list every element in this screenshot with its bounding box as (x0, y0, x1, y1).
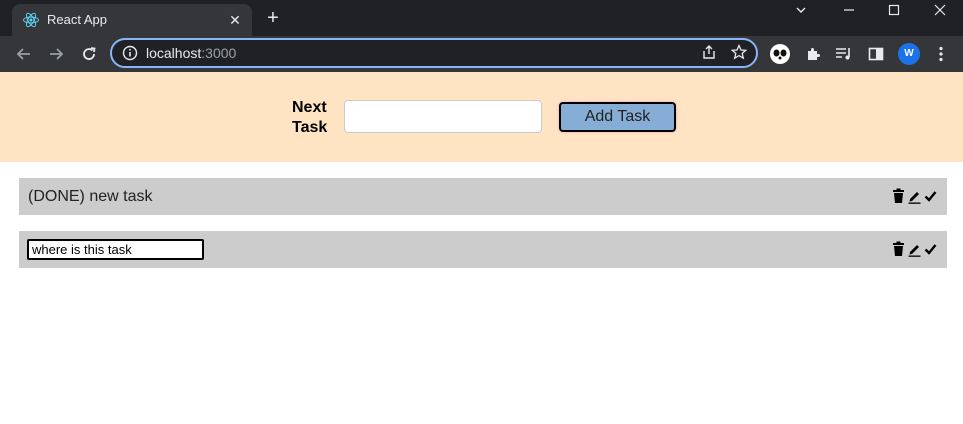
reload-icon[interactable] (77, 42, 101, 66)
close-window-icon[interactable] (917, 0, 963, 32)
task-row (19, 231, 947, 268)
pencil-icon[interactable] (908, 188, 921, 204)
trash-icon[interactable] (892, 188, 905, 204)
task-edit-input[interactable] (27, 239, 204, 260)
checkmark-icon[interactable] (924, 241, 937, 257)
bookmark-star-icon[interactable] (730, 43, 748, 62)
minimize-icon[interactable] (826, 0, 872, 32)
url-host: localhost (146, 45, 202, 61)
tab-title: React App (47, 12, 107, 27)
extension-panda-icon[interactable] (768, 42, 792, 66)
checkmark-icon[interactable] (924, 188, 937, 204)
more-menu-icon[interactable] (929, 42, 953, 66)
forward-arrow-icon[interactable] (44, 42, 68, 66)
task-form-header: Next Task Add Task (0, 72, 963, 162)
media-playlist-icon[interactable] (832, 42, 856, 66)
url-text[interactable]: localhost:3000 (146, 45, 236, 61)
extensions-puzzle-icon[interactable] (801, 42, 825, 66)
share-icon[interactable] (700, 44, 718, 62)
new-tab-button[interactable]: + (262, 8, 284, 30)
task-actions (892, 188, 937, 204)
trash-icon[interactable] (892, 241, 905, 257)
browser-toolbar: localhost:3000 W (0, 36, 963, 72)
tab-close-icon[interactable]: ✕ (226, 11, 244, 29)
task-text: (DONE) new task (28, 188, 153, 205)
tab-search-icon[interactable] (778, 0, 824, 32)
back-arrow-icon[interactable] (12, 42, 36, 66)
address-bar[interactable]: localhost:3000 (110, 38, 758, 68)
side-panel-icon[interactable] (864, 42, 888, 66)
maximize-icon[interactable] (871, 0, 917, 32)
task-row: (DONE) new task (19, 178, 947, 215)
url-port: :3000 (201, 45, 237, 61)
browser-tab-strip: React App ✕ + (0, 0, 963, 36)
page-content: Next Task Add Task (DONE) new task (0, 72, 963, 424)
pencil-icon[interactable] (908, 241, 921, 257)
react-logo-icon (23, 12, 39, 28)
site-info-icon[interactable] (122, 45, 138, 61)
task-actions (892, 241, 937, 257)
browser-tab[interactable]: React App ✕ (12, 4, 252, 36)
add-task-button[interactable]: Add Task (559, 102, 676, 132)
next-task-label: Next Task (292, 99, 328, 136)
profile-avatar[interactable]: W (898, 43, 920, 65)
next-task-input[interactable] (344, 100, 542, 133)
